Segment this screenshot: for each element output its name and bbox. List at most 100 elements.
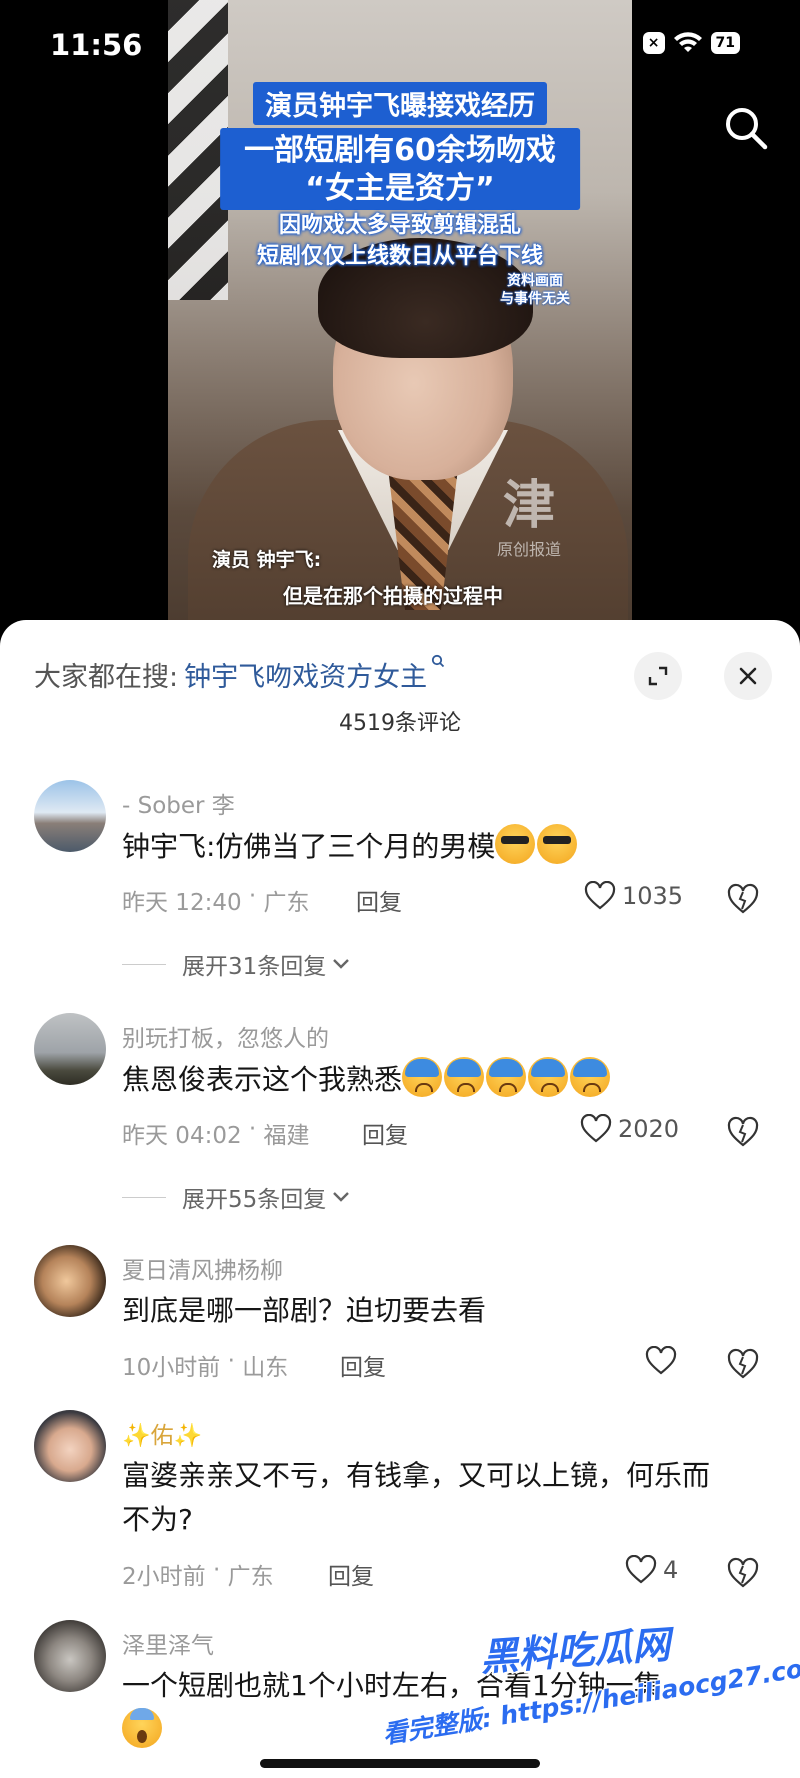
reply-button[interactable]: 回复 — [340, 1348, 386, 1382]
video-disclaimer-line1: 资料画面 — [507, 273, 563, 289]
comment-count: 4519条评论 — [339, 711, 461, 736]
chevron-down-icon — [333, 959, 350, 969]
heart-icon — [584, 881, 616, 910]
like-count: 1035 — [622, 882, 684, 910]
cool-face-emoji — [495, 824, 536, 864]
comment-region: 福建 — [263, 1123, 310, 1149]
watermark-text: 原创报道 — [496, 540, 561, 559]
crying-face-emoji — [402, 1057, 443, 1097]
scream-face-emoji — [122, 1708, 162, 1748]
like-button[interactable]: 2020 — [580, 1114, 679, 1144]
home-indicator[interactable] — [260, 1759, 540, 1768]
comment-time: 昨天 12:40 — [122, 890, 242, 916]
comment-text-line1: 富婆亲亲又不亏，有钱拿，又可以上镜，何乐而 — [122, 1459, 711, 1492]
meta-separator: · — [241, 1116, 264, 1142]
meta-separator: · — [205, 1557, 228, 1583]
expand-button[interactable] — [634, 652, 682, 700]
like-count: 2020 — [618, 1115, 680, 1143]
video-caption-headline: 一部短剧有60余场吻戏 “女主是资方” — [220, 128, 580, 210]
watermark-logo: 津 — [502, 476, 555, 536]
avatar[interactable] — [34, 1410, 106, 1482]
comment-text: 钟宇飞:仿佛当了三个月的男模 — [122, 824, 772, 869]
dislike-icon[interactable] — [726, 1116, 760, 1148]
comment-text: 富婆亲亲又不亏，有钱拿，又可以上镜，何乐而 不为? — [122, 1454, 772, 1542]
comment-username[interactable]: 夏日清风拂杨柳 — [122, 1251, 283, 1285]
comment-text-line2: 不为? — [122, 1503, 193, 1536]
hot-search-term[interactable]: 钟宇飞吻戏资方女主 — [184, 655, 427, 694]
expand-replies-label: 展开55条回复 — [182, 1187, 327, 1213]
hot-search-label: 大家都在搜: — [34, 661, 179, 693]
status-time: 11:56 — [50, 28, 143, 62]
meta-separator: · — [220, 1348, 243, 1374]
expand-replies-button[interactable]: 展开55条回复 — [122, 1180, 352, 1214]
close-button[interactable] — [724, 652, 772, 700]
comment-region: 广东 — [263, 890, 310, 916]
expand-replies-button[interactable]: 展开31条回复 — [122, 947, 352, 981]
video-caption-headline-line1: 一部短剧有60余场吻戏 — [244, 133, 556, 168]
video-caption-detail-1: 因吻戏太多导致剪辑混乱 — [278, 213, 522, 238]
comment-meta: 昨天 12:40 · 广东 — [122, 883, 310, 917]
comment-sheet: 大家都在搜: 钟宇飞吻戏资方女主 4519条评论 - Sober 李 钟宇飞:仿… — [0, 620, 800, 1778]
avatar[interactable] — [34, 1013, 106, 1085]
comment-username[interactable]: 泽里泽气 — [122, 1626, 214, 1660]
video-speaker-label: 演员 钟宇飞: — [212, 549, 322, 571]
comment-text: 到底是哪一部剧？迫切要去看 — [122, 1294, 487, 1327]
video-disclaimer: 资料画面 与事件无关 — [500, 272, 570, 308]
divider — [122, 963, 166, 965]
reply-button[interactable]: 回复 — [356, 883, 402, 917]
comment-meta: 2小时前 · 广东 — [122, 1557, 274, 1591]
crying-face-emoji — [444, 1057, 485, 1097]
comment-time: 昨天 04:02 — [122, 1123, 242, 1149]
comment-username[interactable]: 别玩打板，忽悠人的 — [122, 1019, 329, 1053]
chevron-down-icon — [333, 1192, 350, 1202]
comment-time: 10小时前 — [122, 1355, 221, 1381]
heart-icon — [625, 1555, 657, 1584]
search-icon[interactable] — [720, 102, 772, 154]
like-button[interactable]: 1035 — [584, 881, 683, 911]
search-icon — [432, 654, 445, 668]
battery-icon: 71 — [710, 32, 740, 54]
avatar[interactable] — [34, 1245, 106, 1317]
comment-time: 2小时前 — [122, 1564, 206, 1590]
hot-search-bar: 大家都在搜: 钟宇飞吻戏资方女主 — [34, 644, 772, 704]
cool-face-emoji — [537, 824, 578, 864]
comment-region: 山东 — [242, 1355, 289, 1381]
like-button[interactable] — [645, 1346, 677, 1376]
meta-separator: · — [241, 883, 264, 909]
video-caption-title: 演员钟宇飞曝接戏经历 — [253, 82, 547, 125]
comment-meta: 10小时前 · 山东 — [122, 1348, 288, 1382]
background-curtain — [168, 0, 228, 300]
video-caption-headline-line2: “女主是资方” — [305, 171, 495, 206]
close-icon — [739, 667, 757, 685]
video-disclaimer-line2: 与事件无关 — [500, 291, 570, 307]
like-button[interactable]: 4 — [625, 1555, 678, 1585]
comment-region: 广东 — [227, 1564, 274, 1590]
wifi-icon — [673, 32, 702, 52]
dislike-icon[interactable] — [726, 883, 760, 915]
heart-icon — [645, 1346, 677, 1375]
avatar[interactable] — [34, 1620, 106, 1692]
video-caption-detail-2: 短剧仅仅上线数日从平台下线 — [256, 244, 544, 269]
comment-text-content: 焦恩俊表示这个我熟悉 — [122, 1063, 403, 1096]
dislike-icon[interactable] — [726, 1557, 760, 1589]
status-icons: × 71 — [642, 32, 740, 54]
dislike-icon[interactable] — [726, 1348, 760, 1380]
expand-icon — [648, 666, 668, 686]
expand-replies-label: 展开31条回复 — [182, 954, 327, 980]
reply-button[interactable]: 回复 — [328, 1557, 374, 1591]
video-subtitle: 但是在那个拍摄的过程中 — [283, 584, 503, 608]
crying-face-emoji — [570, 1057, 611, 1097]
comment-text: 焦恩俊表示这个我熟悉 — [122, 1057, 772, 1102]
comment-text-content: 钟宇飞:仿佛当了三个月的男模 — [122, 830, 496, 863]
like-count: 4 — [663, 1556, 679, 1584]
notification-badge: × — [642, 32, 665, 54]
video-player[interactable]: 演员钟宇飞曝接戏经历 一部短剧有60余场吻戏 “女主是资方” 因吻戏太多导致剪辑… — [0, 0, 800, 640]
crying-face-emoji — [486, 1057, 527, 1097]
reply-button[interactable]: 回复 — [362, 1116, 408, 1150]
avatar[interactable] — [34, 780, 106, 852]
video-watermark: 津 原创报道 — [474, 476, 584, 566]
comment-username[interactable]: - Sober 李 — [122, 786, 235, 820]
comment-username[interactable]: ✨佑✨ — [122, 1416, 202, 1450]
heart-icon — [580, 1114, 612, 1143]
crying-face-emoji — [528, 1057, 569, 1097]
